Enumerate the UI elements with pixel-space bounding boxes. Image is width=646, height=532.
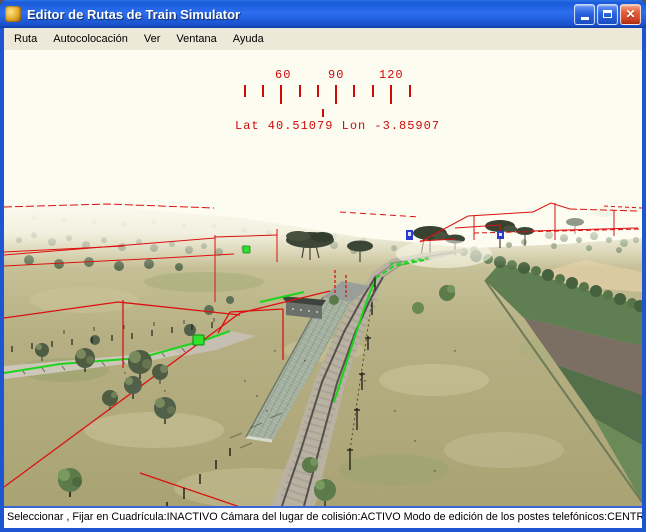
menu-ventana[interactable]: Ventana — [168, 30, 224, 48]
marker-blue-track[interactable] — [406, 230, 413, 240]
window-controls: ✕ — [574, 4, 641, 25]
marker-green-far[interactable] — [243, 246, 250, 253]
compass-label-90: 90 — [328, 68, 344, 82]
status-bar: Seleccionar , Fijar en Cuadrícula:INACTI… — [4, 506, 642, 528]
world-viewport[interactable]: 60 90 120 — [4, 50, 642, 506]
minimize-icon — [581, 17, 589, 20]
title-bar[interactable]: Editor de Rutas de Train Simulator ✕ — [0, 0, 646, 28]
minimize-button[interactable] — [574, 4, 595, 25]
marker-green-road[interactable] — [193, 335, 204, 345]
menu-bar: Ruta Autocolocación Ver Ventana Ayuda — [4, 28, 642, 50]
maximize-button[interactable] — [597, 4, 618, 25]
compass-label-120: 120 — [379, 68, 404, 82]
compass-label-60: 60 — [275, 68, 291, 82]
maximize-icon — [603, 10, 612, 18]
window-title: Editor de Rutas de Train Simulator — [27, 7, 574, 22]
marker-blue-far[interactable] — [497, 231, 504, 239]
fog-band — [4, 190, 642, 268]
train-icon — [5, 6, 21, 22]
window-body: Ruta Autocolocación Ver Ventana Ayuda — [4, 28, 642, 528]
menu-ruta[interactable]: Ruta — [6, 30, 45, 48]
menu-ayuda[interactable]: Ayuda — [225, 30, 272, 48]
menu-ver[interactable]: Ver — [136, 30, 169, 48]
fog-track-end — [396, 240, 492, 268]
menu-autocolocacion[interactable]: Autocolocación — [45, 30, 136, 48]
route-editor-window: Editor de Rutas de Train Simulator ✕ Rut… — [0, 0, 646, 532]
close-button[interactable]: ✕ — [620, 4, 641, 25]
close-icon: ✕ — [625, 8, 635, 20]
lat-lon-readout: Lat 40.51079 Lon -3.85907 — [235, 119, 440, 133]
status-text: Seleccionar , Fijar en Cuadrícula:INACTI… — [7, 511, 642, 523]
